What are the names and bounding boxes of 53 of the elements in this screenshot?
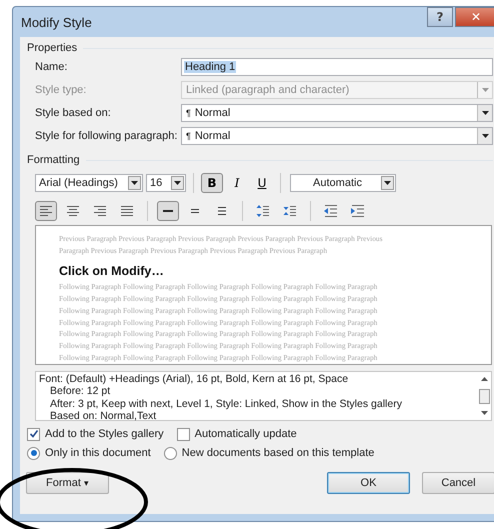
format-button[interactable]: Format ▾ — [26, 472, 109, 494]
close-button[interactable]: ✕ — [455, 7, 494, 27]
field-label: Style type: — [35, 84, 88, 96]
dropdown-arrow-icon — [482, 110, 488, 114]
checkbox-label: Add to the Styles gallery — [45, 428, 164, 440]
description-line: After: 3 pt, Keep with next, Level 1, Style: Linked, Show in the Styles gallery — [49, 398, 402, 410]
radio-label: Only in this document — [45, 447, 151, 459]
align-right-icon — [93, 205, 107, 217]
dropdown-field[interactable]: ¶ Normal — [181, 104, 493, 122]
name-field[interactable]: Heading 1 — [181, 58, 493, 76]
align-center-icon — [66, 205, 80, 217]
radio-button[interactable] — [164, 446, 177, 460]
section-heading: Formatting — [27, 154, 80, 166]
description-line: Before: 12 pt — [49, 385, 112, 398]
justify-icon — [120, 205, 134, 217]
scroll-up-icon[interactable] — [480, 377, 488, 381]
color-dropdown[interactable]: Automatic — [290, 174, 396, 192]
checkbox[interactable] — [27, 428, 40, 440]
font-dropdown[interactable]: Arial (Headings) — [35, 174, 143, 192]
field-label: Style for following paragraph: — [35, 130, 178, 142]
field-label: Name: — [35, 60, 68, 72]
italic-button[interactable]: I — [226, 173, 248, 193]
double-spacing-icon — [215, 205, 229, 217]
help-button[interactable]: ? — [427, 7, 453, 27]
indent-decrease-icon — [324, 205, 338, 217]
preview-sample-text: Click on Modify… — [59, 264, 165, 278]
description-line: Based on: Normal,Text — [49, 410, 158, 423]
indent-increase-icon — [351, 205, 365, 217]
dropdown-field[interactable]: ¶ Normal — [181, 126, 493, 144]
underline-button[interactable]: U — [251, 173, 273, 193]
size-dropdown[interactable]: 16 — [146, 174, 186, 192]
field-label: Style based on: — [35, 106, 112, 118]
dropdown-arrow-icon — [482, 88, 488, 92]
section-heading: Properties — [27, 42, 78, 54]
scroll-down-icon[interactable] — [480, 411, 488, 415]
align-left-icon — [39, 205, 53, 217]
bold-button[interactable]: B — [201, 173, 223, 193]
description-line: Font: (Default) +Headings (Arial), 16 pt, Bold, Kern at 16 pt, Space — [39, 373, 350, 386]
ok-button[interactable]: OK — [327, 472, 410, 494]
spacing-decrease-icon — [283, 205, 297, 217]
align-left-button[interactable] — [35, 201, 57, 221]
dropdown-arrow-icon — [174, 181, 181, 185]
window-title: Modify Style — [21, 14, 92, 30]
single-spacing-button[interactable] — [157, 201, 179, 221]
cancel-button[interactable]: Cancel — [422, 472, 494, 494]
dropdown-arrow-icon — [482, 134, 488, 138]
dropdown-arrow-icon — [131, 181, 138, 185]
spacing-increase-icon — [256, 205, 270, 217]
checkbox[interactable] — [176, 428, 190, 440]
dropdown-arrow-icon — [384, 181, 391, 185]
radio-button[interactable] — [27, 446, 40, 460]
radio-label: New documents based on this template — [182, 447, 374, 459]
checkbox-label: Automatically update — [194, 428, 297, 440]
